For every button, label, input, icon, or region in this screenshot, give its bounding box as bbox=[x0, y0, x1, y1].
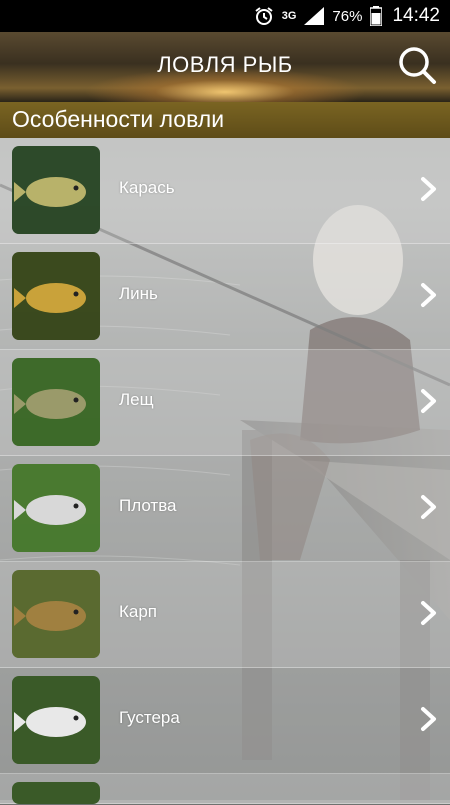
fish-list: Карась Линь Лещ Плотва Карп Густера bbox=[0, 138, 450, 804]
alarm-icon bbox=[254, 6, 274, 26]
battery-percent: 76% bbox=[332, 7, 363, 25]
list-item[interactable]: Карп bbox=[0, 562, 450, 668]
list-item[interactable]: Лещ bbox=[0, 350, 450, 456]
fish-name: Карась bbox=[119, 178, 175, 197]
fish-thumbnail bbox=[12, 146, 100, 234]
chevron-right-icon bbox=[420, 494, 438, 520]
fish-name: Линь bbox=[119, 284, 158, 303]
list-item[interactable]: Карась bbox=[0, 138, 450, 244]
chevron-right-icon bbox=[420, 706, 438, 732]
chevron-right-icon bbox=[420, 282, 438, 308]
fish-name: Плотва bbox=[119, 496, 177, 515]
search-button[interactable] bbox=[396, 44, 440, 88]
signal-icon bbox=[304, 7, 325, 25]
clock: 14:42 bbox=[392, 5, 440, 26]
battery-icon bbox=[370, 6, 383, 26]
section-title: Особенности ловли bbox=[12, 106, 225, 132]
app-header: ЛОВЛЯ РЫБ bbox=[0, 32, 450, 102]
fish-thumbnail bbox=[12, 570, 100, 658]
fish-name: Густера bbox=[119, 708, 180, 727]
network-type: 3G bbox=[281, 10, 297, 22]
status-bar: 3G 76% 14:42 bbox=[0, 0, 450, 32]
section-header: Особенности ловли bbox=[0, 102, 450, 138]
app-title: ЛОВЛЯ РЫБ bbox=[157, 52, 293, 77]
list-item[interactable]: Линь bbox=[0, 244, 450, 350]
fish-thumbnail bbox=[12, 782, 100, 804]
fish-thumbnail bbox=[12, 358, 100, 446]
list-item[interactable]: Густера bbox=[0, 668, 450, 774]
list-item[interactable]: Плотва bbox=[0, 456, 450, 562]
search-icon bbox=[399, 47, 436, 84]
chevron-right-icon bbox=[420, 600, 438, 626]
chevron-right-icon bbox=[420, 176, 438, 202]
fish-thumbnail bbox=[12, 252, 100, 340]
fish-thumbnail bbox=[12, 676, 100, 764]
fish-name: Карп bbox=[119, 602, 158, 621]
fish-name: Лещ bbox=[119, 390, 154, 409]
chevron-right-icon bbox=[420, 388, 438, 414]
fish-thumbnail bbox=[12, 464, 100, 552]
